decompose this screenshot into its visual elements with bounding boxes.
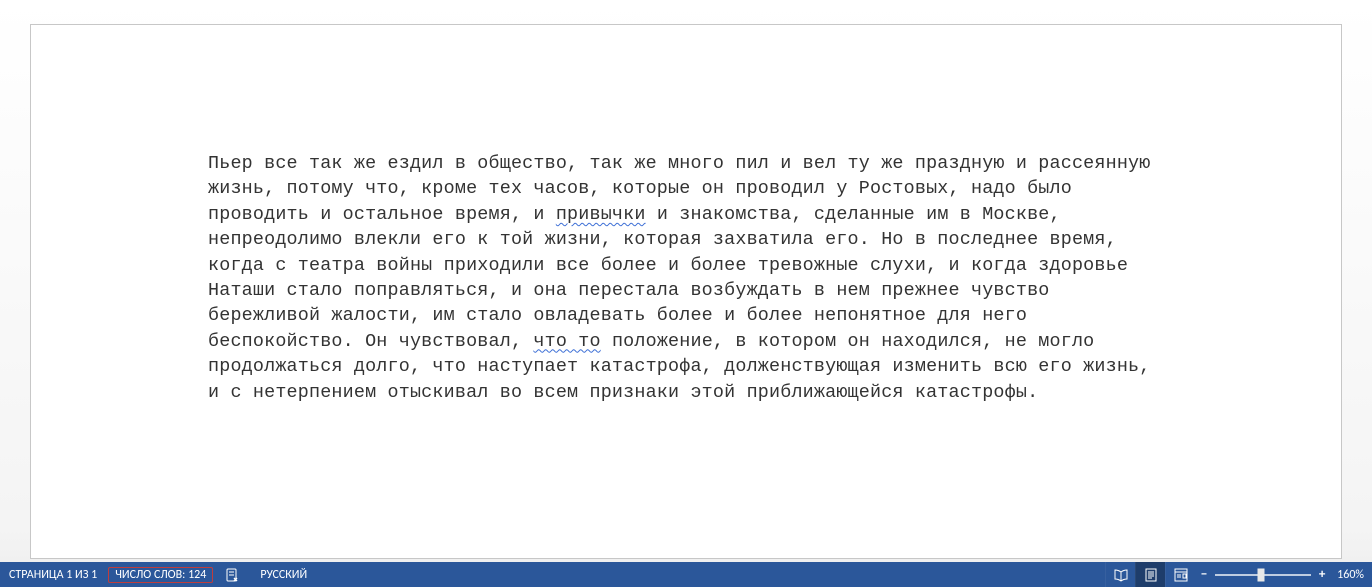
print-layout-view-button[interactable] <box>1135 562 1165 587</box>
proofing-icon <box>224 566 242 584</box>
language-status[interactable]: РУССКИЙ <box>251 562 316 587</box>
status-bar: СТРАНИЦА 1 ИЗ 1 ЧИСЛО СЛОВ: 124 РУССКИЙ <box>0 562 1372 587</box>
grammar-wavy-underline[interactable]: что то <box>533 331 600 354</box>
proofing-status[interactable] <box>215 562 251 587</box>
document-paragraph[interactable]: Пьер все так же ездил в общество, так же… <box>208 151 1164 405</box>
read-mode-icon <box>1112 566 1130 584</box>
editor-viewport: Пьер все так же ездил в общество, так же… <box>0 0 1372 562</box>
text-run: и знакомства, сделанные им в Москве, неп… <box>208 204 1128 352</box>
zoom-in-button[interactable]: + <box>1313 562 1331 587</box>
statusbar-spacer <box>316 562 1105 587</box>
grammar-wavy-underline[interactable]: привычки <box>556 204 646 227</box>
zoom-out-button[interactable]: − <box>1195 562 1213 587</box>
zoom-slider[interactable] <box>1213 562 1313 587</box>
zoom-slider-thumb[interactable] <box>1258 568 1265 581</box>
zoom-level-button[interactable]: 160% <box>1331 562 1372 587</box>
page-number-status[interactable]: СТРАНИЦА 1 ИЗ 1 <box>0 562 106 587</box>
print-layout-icon <box>1142 566 1160 584</box>
document-page[interactable]: Пьер все так же ездил в общество, так же… <box>30 24 1342 559</box>
read-mode-view-button[interactable] <box>1105 562 1135 587</box>
word-count-status[interactable]: ЧИСЛО СЛОВ: 124 <box>108 567 213 583</box>
web-layout-icon <box>1172 566 1190 584</box>
word-count-wrapper: ЧИСЛО СЛОВ: 124 <box>106 562 215 587</box>
web-layout-view-button[interactable] <box>1165 562 1195 587</box>
